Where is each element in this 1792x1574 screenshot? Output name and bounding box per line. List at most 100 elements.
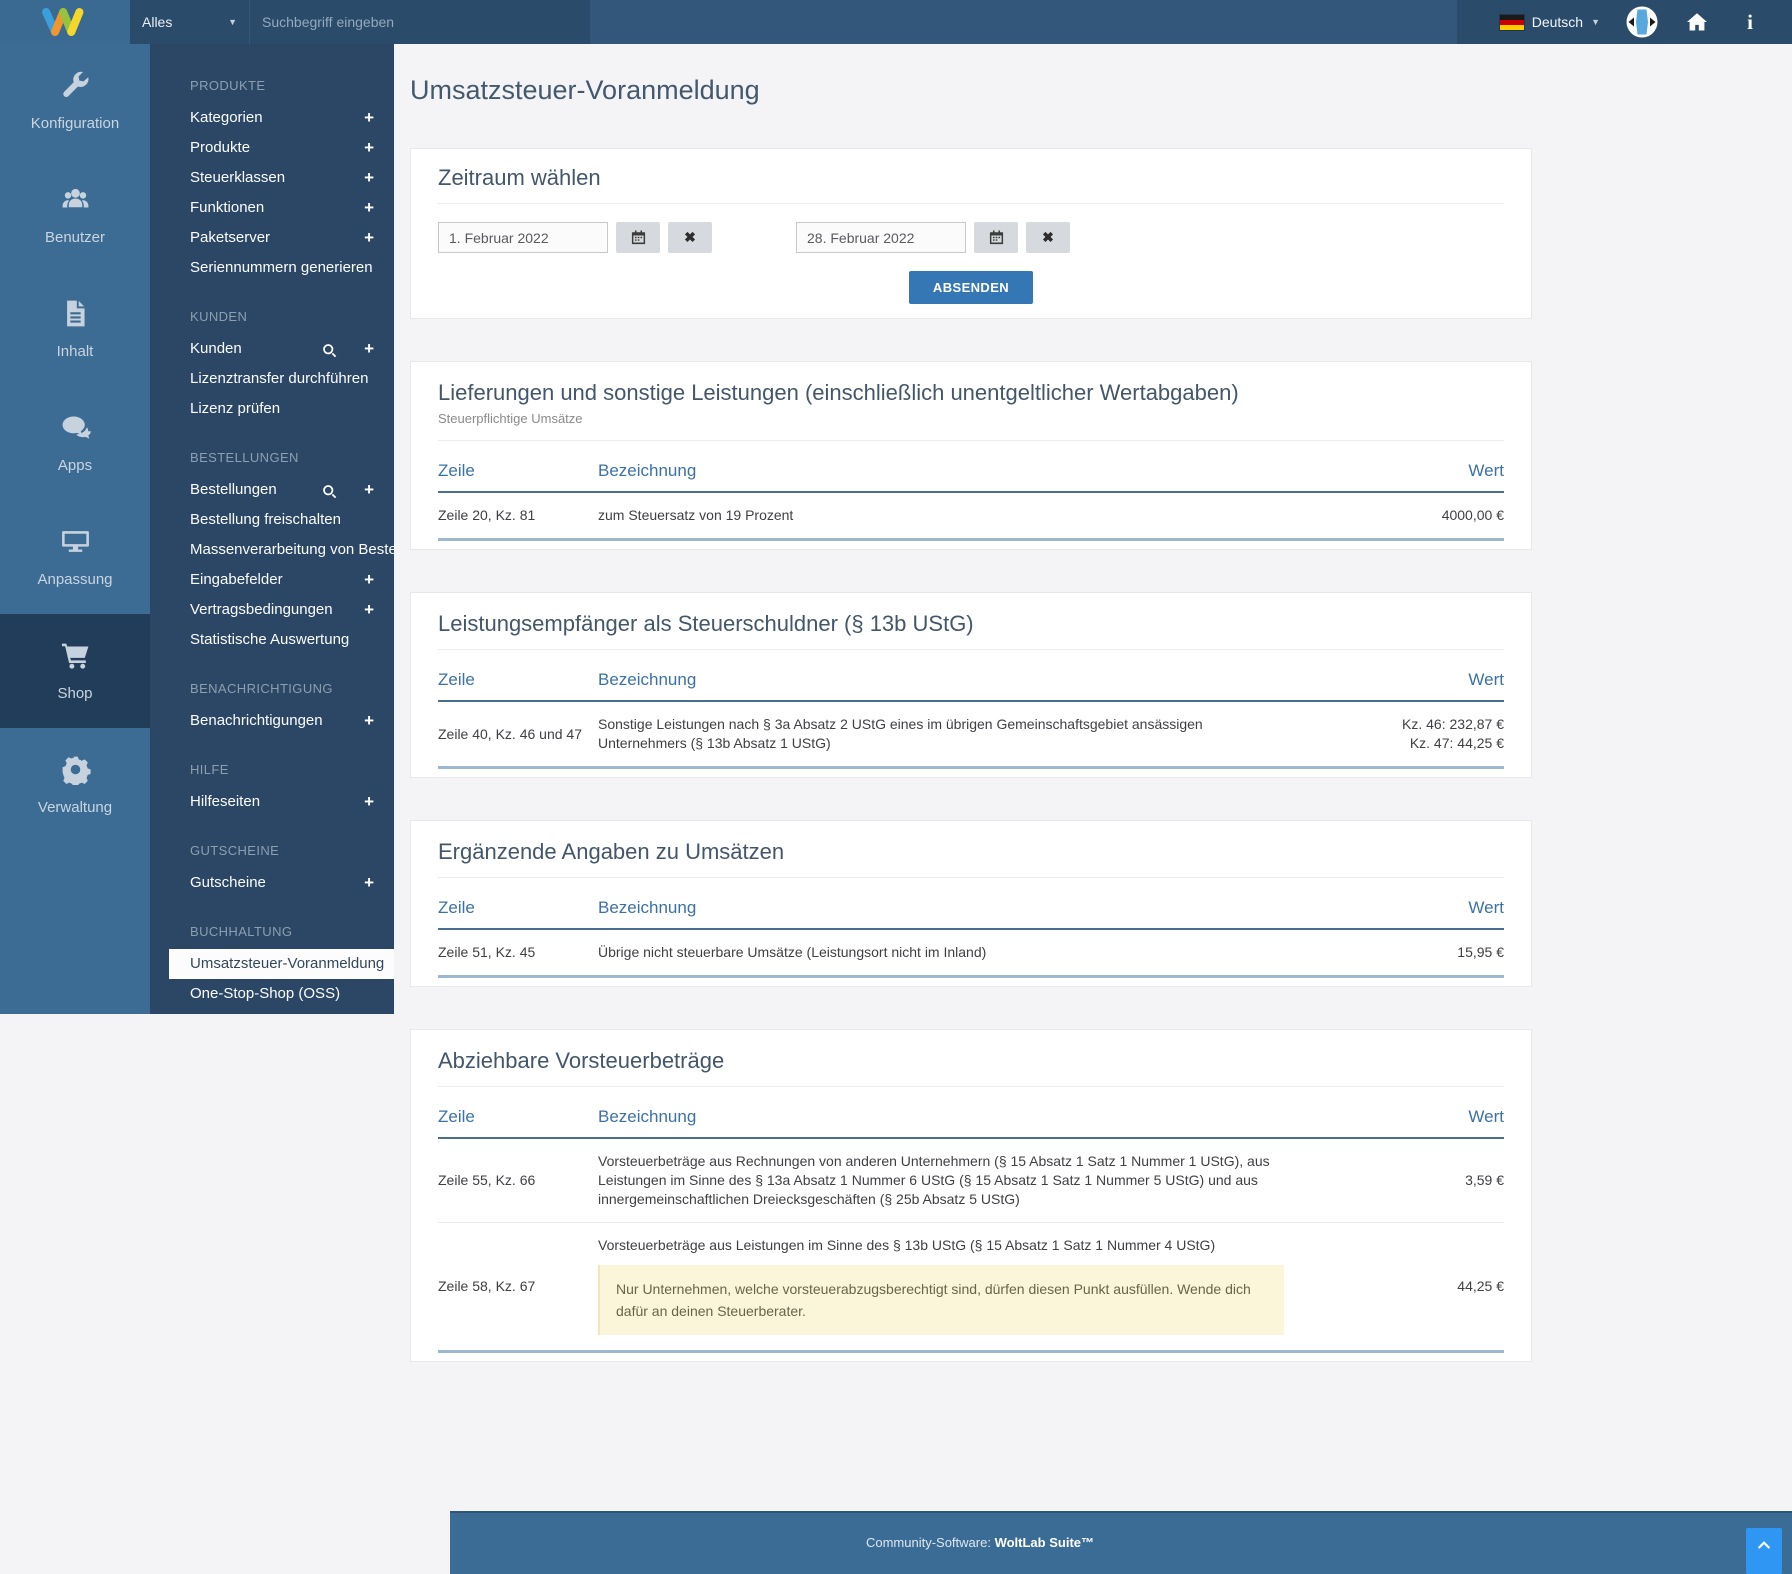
search-input[interactable] [250, 0, 590, 44]
plus-icon[interactable]: + [364, 595, 374, 625]
row-bezeichnung: zum Steuersatz von 19 Prozent [598, 492, 1314, 540]
menu-section-header: KUNDEN [150, 307, 394, 327]
menu-item[interactable]: Statistische Auswertung [150, 625, 394, 655]
cart-icon [60, 640, 91, 676]
close-icon: ✖ [1042, 229, 1054, 246]
menu-section: GUTSCHEINEGutscheine+ [150, 841, 394, 898]
menu-item-label: Hilfeseiten [190, 793, 260, 810]
plus-icon[interactable]: + [364, 868, 374, 898]
woltlab-logo[interactable] [0, 0, 130, 44]
date-to-calendar-button[interactable] [974, 222, 1018, 253]
info-button[interactable]: i [1740, 10, 1760, 35]
menu-item[interactable]: Funktionen + [150, 193, 394, 223]
rail-item-apps[interactable]: Apps [0, 386, 150, 500]
row-bezeichnung-text: Vorsteuerbeträge aus Leistungen im Sinne… [598, 1236, 1284, 1255]
plus-icon[interactable]: + [364, 706, 374, 736]
search-icon[interactable] [321, 340, 338, 357]
plus-icon[interactable]: + [364, 103, 374, 133]
menu-item-label: Steuerklassen [190, 169, 285, 186]
menu-item[interactable]: Gutscheine+ [150, 868, 394, 898]
report-section-card: Ergänzende Angaben zu Umsätzen ZeileBezei… [410, 820, 1532, 987]
values-table: ZeileBezeichnungWertZeile 55, Kz. 66Vors… [438, 1107, 1504, 1353]
plus-icon[interactable]: + [364, 163, 374, 193]
menu-item-label: Funktionen [190, 199, 264, 216]
menu-item[interactable]: Bestellung freischalten [150, 505, 394, 535]
chevron-down-icon: ▼ [228, 17, 237, 27]
period-card: Zeitraum wählen ✖ [410, 148, 1532, 319]
menu-item[interactable]: One-Stop-Shop (OSS) [150, 979, 394, 1009]
table-body: Zeile 55, Kz. 66Vorsteuerbeträge aus Rec… [438, 1138, 1504, 1352]
table-head: ZeileBezeichnungWert [438, 1107, 1504, 1138]
rail-item-konfiguration[interactable]: Konfiguration [0, 44, 150, 158]
column-header: Zeile [438, 898, 598, 929]
section-heading: Lieferungen und sonstige Leistungen (ein… [438, 380, 1504, 406]
plus-icon[interactable]: + [364, 565, 374, 595]
menu-item[interactable]: Massenverarbeitung von Bestellun… [150, 535, 394, 565]
plus-icon[interactable]: + [364, 475, 374, 505]
menu-item[interactable]: Steuerklassen + [150, 163, 394, 193]
menu-item[interactable]: Kunden+ [150, 334, 394, 364]
comments-icon [60, 412, 91, 448]
row-bezeichnung-text: Übrige nicht steuerbare Umsätze (Leistun… [598, 943, 1284, 962]
rail-item-anpassung[interactable]: Anpassung [0, 500, 150, 614]
menu-item[interactable]: Hilfeseiten + [150, 787, 394, 817]
menu-item[interactable]: Kategorien+ [150, 103, 394, 133]
menu-item[interactable]: Eingabefelder+ [150, 565, 394, 595]
table-body: Zeile 40, Kz. 46 und 47Sonstige Leistung… [438, 701, 1504, 768]
row-wert-line: 15,95 € [1314, 943, 1504, 962]
date-from-clear-button[interactable]: ✖ [668, 222, 712, 253]
rail-item-inhalt[interactable]: Inhalt [0, 272, 150, 386]
search-scope-dropdown[interactable]: Alles ▼ [130, 0, 250, 44]
menu-item[interactable]: Lizenztransfer durchführen [150, 364, 394, 394]
menu-item-label: Vertragsbedingungen [190, 601, 333, 618]
menu-item-label: Lizenztransfer durchführen [190, 370, 368, 387]
date-to-input[interactable] [796, 222, 966, 253]
menu-item[interactable]: Seriennummern generieren [150, 253, 394, 283]
info-icon: i [1747, 10, 1753, 35]
table-header-row: ZeileBezeichnungWert [438, 670, 1504, 701]
menu-item[interactable]: Benachrichtigungen+ [150, 706, 394, 736]
row-wert-line: Kz. 47: 44,25 € [1314, 734, 1504, 753]
rail-item-benutzer[interactable]: Benutzer [0, 158, 150, 272]
menu-item[interactable]: Lizenz prüfen [150, 394, 394, 424]
rail-item-verwaltung[interactable]: Verwaltung [0, 728, 150, 842]
user-avatar[interactable] [1626, 6, 1658, 38]
menu-item[interactable]: Umsatzsteuer-Voranmeldung [169, 949, 394, 979]
column-header: Bezeichnung [598, 898, 1314, 929]
section-heading: Ergänzende Angaben zu Umsätzen [438, 839, 1504, 865]
row-wert: 3,59 € [1314, 1138, 1504, 1223]
row-wert: Kz. 46: 232,87 €Kz. 47: 44,25 € [1314, 701, 1504, 768]
plus-icon[interactable]: + [364, 223, 374, 253]
table-head: ZeileBezeichnungWert [438, 670, 1504, 701]
search-icon[interactable] [321, 481, 338, 498]
rail-item-label: Inhalt [57, 343, 94, 360]
menu-item[interactable]: Paketserver+ [150, 223, 394, 253]
topbar-spacer [590, 0, 1457, 44]
scroll-to-top-button[interactable] [1746, 1528, 1782, 1574]
divider [438, 203, 1504, 204]
plus-icon[interactable]: + [364, 787, 374, 817]
date-from-calendar-button[interactable] [616, 222, 660, 253]
document-icon [60, 298, 91, 334]
plus-icon[interactable]: + [364, 133, 374, 163]
menu-item-label: One-Stop-Shop (OSS) [190, 985, 340, 1002]
menu-item[interactable]: Bestellungen+ [150, 475, 394, 505]
row-bezeichnung: Übrige nicht steuerbare Umsätze (Leistun… [598, 929, 1314, 977]
submit-button[interactable]: ABSENDEN [909, 271, 1033, 304]
menu-item[interactable]: Produkte+ [150, 133, 394, 163]
plus-icon[interactable]: + [364, 334, 374, 364]
menu-section-header: BESTELLUNGEN [150, 448, 394, 468]
date-to-clear-button[interactable]: ✖ [1026, 222, 1070, 253]
menu-item[interactable]: Vertragsbedingungen + [150, 595, 394, 625]
rail-item-label: Verwaltung [38, 799, 112, 816]
menu-item-label: Umsatzsteuer-Voranmeldung [190, 955, 384, 972]
column-header: Zeile [438, 1107, 598, 1138]
search-scope-label: Alles [142, 14, 172, 30]
plus-icon[interactable]: + [364, 193, 374, 223]
footer-prefix: Community-Software: [866, 1535, 991, 1550]
date-from-input[interactable] [438, 222, 608, 253]
column-header: Bezeichnung [598, 670, 1314, 701]
rail-item-shop[interactable]: Shop [0, 614, 150, 728]
home-button[interactable] [1684, 9, 1710, 35]
language-dropdown[interactable]: Deutsch ▼ [1500, 14, 1600, 30]
